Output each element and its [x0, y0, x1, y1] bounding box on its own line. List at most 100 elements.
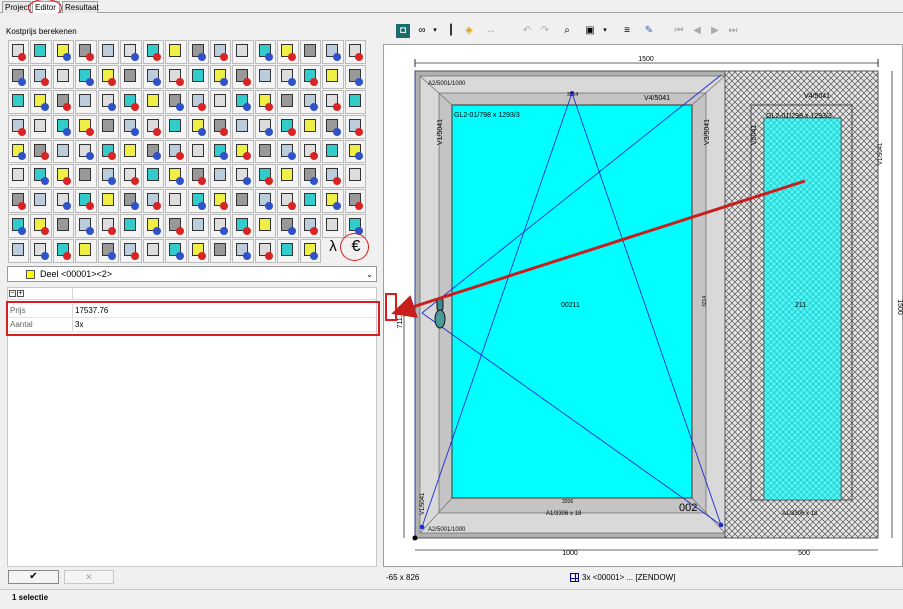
tool-button[interactable] [277, 114, 299, 139]
tool-button[interactable] [8, 139, 30, 164]
tool-button[interactable] [30, 40, 52, 64]
tool-button[interactable] [232, 114, 254, 139]
tool-button[interactable] [8, 114, 30, 139]
tool-button[interactable] [165, 40, 187, 64]
tool-button[interactable] [254, 214, 277, 239]
tool-button[interactable] [322, 114, 344, 139]
tool-button[interactable] [142, 40, 165, 64]
tool-button[interactable] [299, 139, 322, 164]
tool-button[interactable] [120, 114, 142, 139]
tool-button[interactable] [142, 189, 165, 214]
tool-button[interactable] [97, 239, 120, 263]
tool-button[interactable] [8, 214, 30, 239]
tool-button[interactable] [322, 164, 344, 189]
tool-button[interactable] [142, 239, 165, 263]
next-icon[interactable]: ▶ [708, 24, 722, 38]
tool-button[interactable] [75, 189, 97, 214]
tool-button[interactable] [52, 64, 75, 89]
tool-button[interactable] [75, 89, 97, 114]
tool-button[interactable] [97, 64, 120, 89]
tool-button[interactable] [277, 40, 299, 64]
tool-button[interactable] [52, 214, 75, 239]
tool-button[interactable] [322, 189, 344, 214]
tool-button[interactable] [322, 40, 344, 64]
tool-button[interactable] [165, 189, 187, 214]
tool-button[interactable] [8, 189, 30, 214]
tool-button[interactable] [52, 114, 75, 139]
ok-button[interactable]: ✔ [8, 570, 59, 584]
tool-button[interactable] [52, 164, 75, 189]
tool-button[interactable] [120, 139, 142, 164]
tool-button[interactable] [299, 114, 322, 139]
tool-button[interactable] [277, 64, 299, 89]
tool-button[interactable] [344, 139, 366, 164]
glasses-icon[interactable]: ∞ [414, 24, 430, 38]
chevron-down-icon[interactable]: ▾ [431, 24, 439, 38]
tool-button[interactable] [75, 64, 97, 89]
tool-button[interactable] [97, 40, 120, 64]
tool-button[interactable] [232, 189, 254, 214]
tool-button[interactable] [344, 164, 366, 189]
tool-button[interactable] [344, 89, 366, 114]
zoom-window-icon[interactable]: ⌕ [560, 24, 574, 38]
tool-button[interactable] [277, 189, 299, 214]
tool-button[interactable] [209, 139, 232, 164]
tool-button[interactable] [187, 64, 209, 89]
tool-button[interactable] [30, 189, 52, 214]
tab-resultaat[interactable]: Resultaat [62, 1, 99, 13]
tool-button[interactable] [165, 89, 187, 114]
tool-button[interactable] [277, 214, 299, 239]
tool-button[interactable] [8, 239, 30, 263]
tool-button[interactable] [232, 139, 254, 164]
tool-button[interactable] [299, 164, 322, 189]
tool-button[interactable] [97, 164, 120, 189]
tool-button[interactable] [142, 214, 165, 239]
tool-button[interactable] [30, 114, 52, 139]
tool-button[interactable] [344, 189, 366, 214]
tool-button[interactable] [30, 239, 52, 263]
tool-button[interactable] [97, 139, 120, 164]
part-dropdown[interactable]: Deel <00001><2> ⌄ [7, 266, 377, 282]
tool-button[interactable] [254, 114, 277, 139]
tool-button[interactable] [209, 89, 232, 114]
tool-button[interactable] [142, 89, 165, 114]
tool-button[interactable] [209, 164, 232, 189]
chevron-down-icon[interactable]: ▾ [601, 24, 609, 38]
tool-button[interactable] [97, 189, 120, 214]
tab-project[interactable]: Project [2, 1, 31, 13]
cancel-button[interactable]: ✕ [64, 570, 114, 584]
tool-button[interactable] [254, 239, 277, 263]
tool-button[interactable] [187, 164, 209, 189]
tool-button[interactable] [232, 64, 254, 89]
tool-button[interactable] [8, 64, 30, 89]
tool-button[interactable] [209, 239, 232, 263]
tool-button[interactable] [30, 214, 52, 239]
layers-icon[interactable]: ◈ [462, 24, 476, 38]
tool-button[interactable] [75, 40, 97, 64]
tool-button[interactable] [75, 139, 97, 164]
tool-button[interactable] [209, 64, 232, 89]
tool-button[interactable] [209, 114, 232, 139]
tool-button[interactable] [75, 239, 97, 263]
tool-button[interactable] [97, 114, 120, 139]
tool-button[interactable] [344, 64, 366, 89]
tool-button[interactable] [277, 164, 299, 189]
tool-button[interactable] [142, 139, 165, 164]
tool-button[interactable] [322, 139, 344, 164]
tool-button[interactable] [52, 239, 75, 263]
tool-button[interactable] [75, 214, 97, 239]
drawing-canvas[interactable]: 1500 GL2-01/798 x 1293/3 GL2-01/298 x 12… [383, 44, 903, 567]
tool-button[interactable] [120, 89, 142, 114]
tool-button[interactable] [30, 89, 52, 114]
tool-button[interactable] [187, 214, 209, 239]
tool-button[interactable] [322, 64, 344, 89]
tool-button[interactable] [187, 189, 209, 214]
tool-button[interactable] [8, 89, 30, 114]
tool-button[interactable] [187, 114, 209, 139]
first-icon[interactable]: ⏮ [672, 24, 686, 38]
tool-button[interactable] [277, 89, 299, 114]
zoom-icon[interactable]: ◘ [396, 24, 410, 38]
tool-button[interactable] [232, 239, 254, 263]
tool-button[interactable] [209, 214, 232, 239]
tool-button[interactable] [254, 139, 277, 164]
